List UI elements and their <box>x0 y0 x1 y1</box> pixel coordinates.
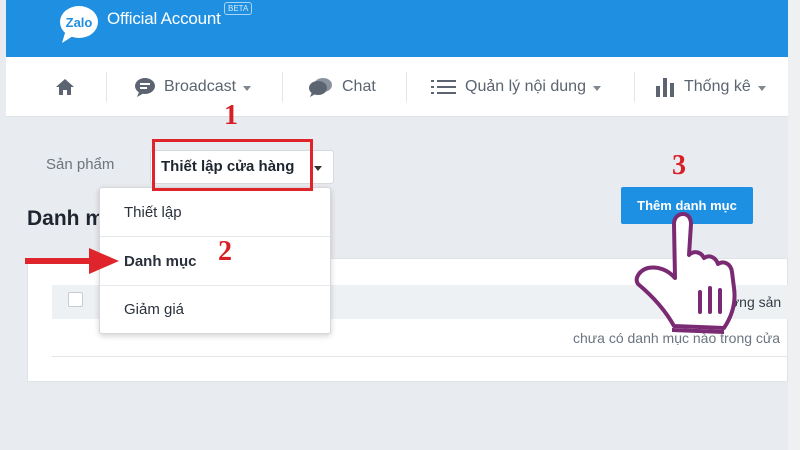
nav-content[interactable]: Quản lý nội dung <box>431 75 601 99</box>
window-edge <box>788 0 800 450</box>
nav-divider <box>634 72 635 102</box>
screen: Zalo Official Account BETA Broadcast Cha… <box>0 0 800 450</box>
table-divider <box>52 356 788 357</box>
chat-bubble-icon <box>134 77 156 97</box>
bar-chart-icon <box>654 77 676 97</box>
page-title: Danh m <box>27 207 105 230</box>
nav-home[interactable] <box>54 75 76 99</box>
app-header: Zalo Official Account BETA <box>6 0 788 57</box>
beta-badge: BETA <box>224 2 253 15</box>
chevron-down-icon <box>757 85 766 91</box>
annotation-step-3: 3 <box>672 150 686 181</box>
select-all-checkbox[interactable] <box>68 292 83 307</box>
brand-title: Official Account <box>107 9 221 28</box>
main-nav: Broadcast Chat Quản lý nội dung Thống kê <box>6 57 788 117</box>
pointing-hand-icon <box>634 212 737 334</box>
chevron-down-icon <box>314 166 322 171</box>
annotation-highlight-box <box>152 139 313 191</box>
menu-item-settings[interactable]: Thiết lập <box>100 188 330 237</box>
nav-divider <box>106 72 107 102</box>
nav-broadcast-label: Broadcast <box>164 78 237 95</box>
list-icon <box>431 78 457 96</box>
menu-item-categories[interactable]: Danh mục <box>100 237 330 286</box>
breadcrumb[interactable]: Sản phẩm <box>46 156 114 173</box>
red-arrow-icon <box>25 248 119 274</box>
nav-divider <box>406 72 407 102</box>
nav-divider <box>282 72 283 102</box>
zalo-logo: Zalo <box>60 6 98 43</box>
chat-icon <box>308 77 334 97</box>
svg-text:Zalo: Zalo <box>66 15 93 30</box>
home-icon <box>56 79 74 95</box>
store-settings-dropdown: Thiết lập Danh mục Giảm giá <box>99 187 331 334</box>
nav-stats[interactable]: Thống kê <box>654 75 766 99</box>
chevron-down-icon <box>243 85 252 91</box>
nav-chat[interactable]: Chat <box>308 75 376 99</box>
chevron-down-icon <box>592 85 601 91</box>
annotation-step-1: 1 <box>224 100 238 131</box>
nav-stats-label: Thống kê <box>684 78 751 95</box>
menu-item-discounts[interactable]: Giảm giá <box>100 285 330 334</box>
nav-chat-label: Chat <box>342 78 376 95</box>
nav-content-label: Quản lý nội dung <box>465 78 586 95</box>
nav-broadcast[interactable]: Broadcast <box>134 75 252 99</box>
annotation-step-2: 2 <box>218 236 232 267</box>
